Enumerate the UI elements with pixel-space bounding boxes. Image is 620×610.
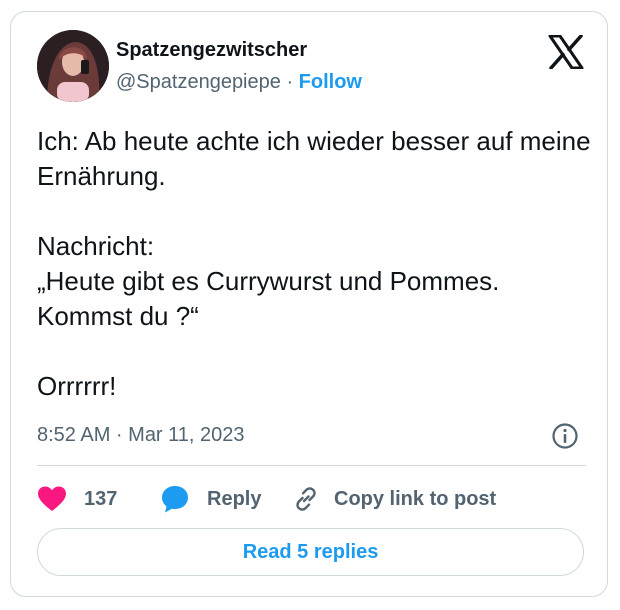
tweet-timestamp[interactable]: 8:52 AM · Mar 11, 2023 <box>37 424 245 447</box>
info-icon[interactable] <box>551 422 579 450</box>
author-handle[interactable]: @Spatzengepiepe <box>116 71 281 93</box>
avatar[interactable] <box>37 30 109 102</box>
reply-button[interactable]: Reply <box>160 482 261 516</box>
like-count: 137 <box>84 487 118 510</box>
x-logo-icon[interactable] <box>548 34 584 70</box>
tweet-card: Spatzengezwitscher @Spatzengepiepe · Fol… <box>10 11 608 597</box>
handle-separator: · <box>286 71 294 93</box>
heart-icon <box>38 486 66 511</box>
avatar-image <box>37 30 109 102</box>
action-bar: 137 Reply Copy link to post <box>37 482 597 516</box>
tweet-text: Ich: Ab heute achte ich wieder besser au… <box>37 126 591 401</box>
copy-link-label: Copy link to post <box>334 487 497 510</box>
follow-button[interactable]: Follow <box>299 71 362 93</box>
reply-bubble-icon <box>162 486 188 513</box>
reply-label: Reply <box>207 487 262 510</box>
link-icon <box>296 487 316 511</box>
author-name[interactable]: Spatzengezwitscher <box>116 39 307 62</box>
copy-link-button[interactable]: Copy link to post <box>292 482 496 516</box>
read-replies-button[interactable]: Read 5 replies <box>37 528 584 576</box>
like-button[interactable]: 137 <box>37 482 117 516</box>
author-handle-row: @Spatzengepiepe · Follow <box>116 71 362 94</box>
divider <box>37 465 586 466</box>
